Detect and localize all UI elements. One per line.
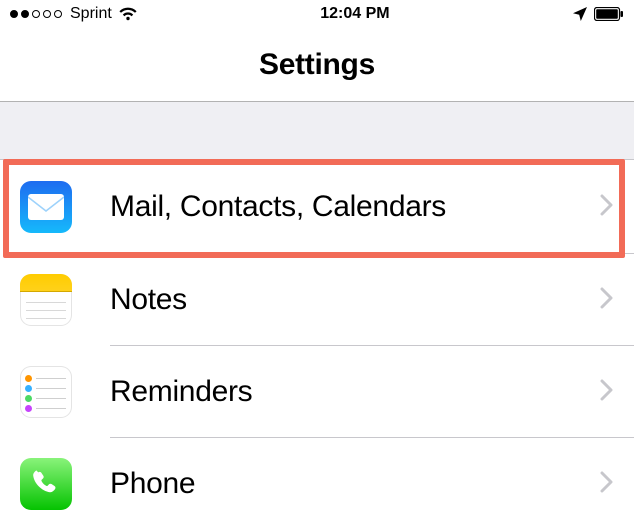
- row-reminders[interactable]: Reminders: [0, 346, 634, 438]
- reminders-icon: [20, 366, 72, 418]
- notes-icon: [20, 274, 72, 326]
- wifi-icon: [118, 7, 138, 22]
- row-label: Mail, Contacts, Calendars: [110, 190, 446, 224]
- page-title: Settings: [259, 48, 375, 82]
- row-label: Phone: [110, 467, 195, 501]
- row-mail-contacts-calendars[interactable]: Mail, Contacts, Calendars: [0, 160, 634, 254]
- battery-icon: [594, 7, 624, 21]
- carrier-label: Sprint: [70, 5, 112, 23]
- chevron-right-icon: [600, 471, 614, 498]
- mail-icon: [20, 181, 72, 233]
- status-bar: Sprint 12:04 PM: [0, 0, 634, 28]
- chevron-right-icon: [600, 194, 614, 221]
- chevron-right-icon: [600, 287, 614, 314]
- chevron-right-icon: [600, 379, 614, 406]
- nav-title-bar: Settings: [0, 28, 634, 102]
- row-label: Notes: [110, 283, 187, 317]
- cell-signal-icon: [10, 10, 62, 18]
- row-notes[interactable]: Notes: [0, 254, 634, 346]
- section-spacer: [0, 102, 634, 160]
- settings-list: Mail, Contacts, Calendars Notes Reminder…: [0, 160, 634, 530]
- phone-icon: [20, 458, 72, 510]
- row-label: Reminders: [110, 375, 252, 409]
- row-phone[interactable]: Phone: [0, 438, 634, 530]
- status-time: 12:04 PM: [138, 5, 572, 23]
- location-icon: [572, 6, 588, 22]
